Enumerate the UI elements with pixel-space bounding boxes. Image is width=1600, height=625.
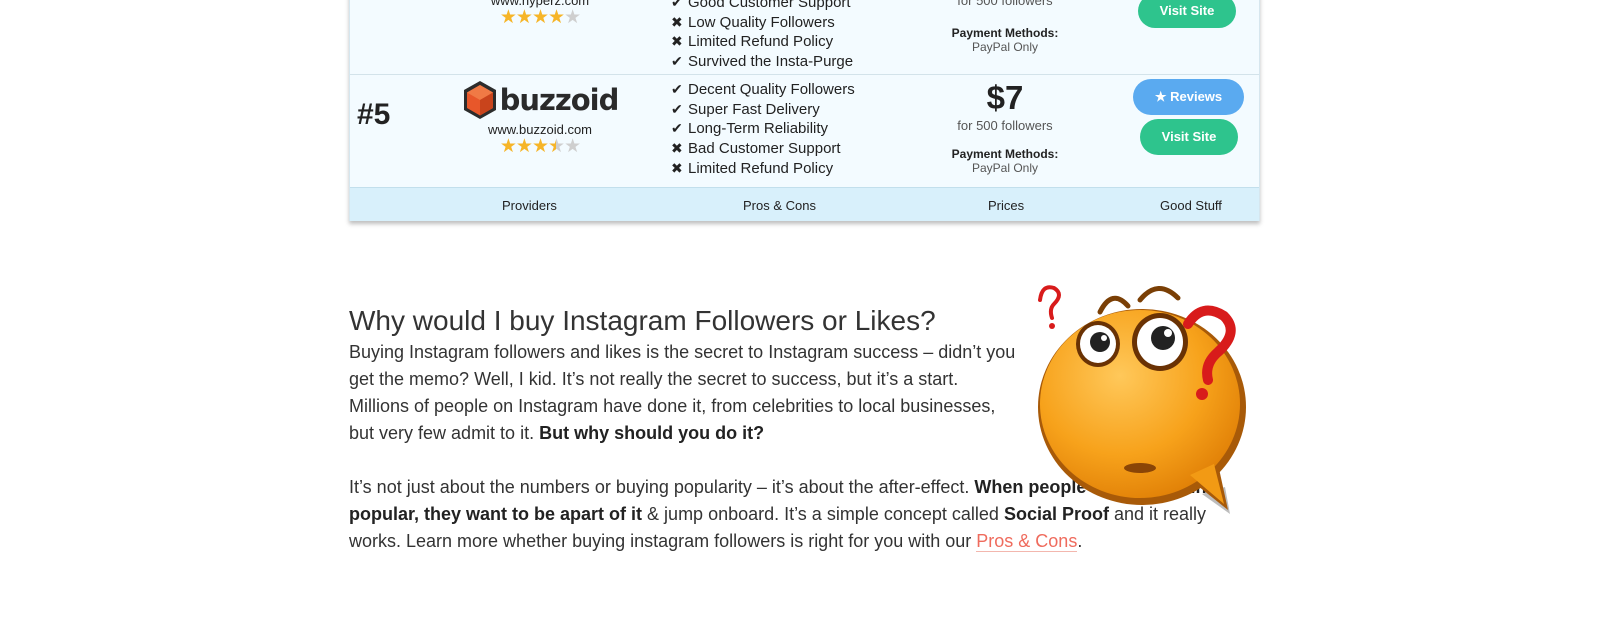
cross-icon: ✖: [671, 159, 683, 176]
rating-stars: ★★★★★: [445, 8, 635, 28]
pros-cons-link[interactable]: Pros & Cons: [976, 531, 1078, 552]
buzzoid-logo[interactable]: buzzoid: [445, 78, 635, 122]
pros-cons-text: Super Fast Delivery: [688, 100, 820, 118]
payment-methods-value: PayPal Only: [971, 161, 1039, 175]
pros-cons-item: ✖ Low Quality Followers: [671, 13, 853, 33]
column-header-pros-cons: Pros & Cons: [743, 198, 816, 213]
payment-methods-value: PayPal Only: [971, 40, 1039, 54]
provider-cell: buzzoid www.buzzoid.com ★★★★★: [445, 78, 635, 157]
pros-cons-list: ✔ Good Customer Support ✖ Low Quality Follo…: [671, 0, 853, 72]
rank-number: #5: [357, 98, 391, 131]
check-icon: ✔: [671, 53, 683, 70]
star-icon: ★: [548, 7, 565, 28]
pros-cons-item: ✖ Limited Refund Policy: [671, 32, 853, 52]
star-icon: ★: [499, 7, 517, 28]
price-subtext: for 500 followers: [957, 118, 1053, 133]
cross-icon: ✖: [671, 140, 683, 157]
buzzoid-logo-icon: [463, 81, 496, 119]
star-icon: ★: [499, 136, 517, 157]
paragraph-2-end: .: [1077, 531, 1083, 551]
pros-cons-item: ✔ Decent Quality Followers: [671, 80, 855, 100]
rating-stars: ★★★★★: [445, 137, 635, 157]
star-icon: ★: [548, 136, 565, 157]
pros-cons-text: Decent Quality Followers: [688, 81, 855, 98]
table-footer-row: Providers Pros & Cons Prices Good Stuff: [350, 187, 1259, 221]
check-icon: ✔: [671, 100, 683, 117]
provider-site: www.buzzoid.com: [487, 122, 593, 137]
column-header-providers: Providers: [502, 198, 557, 213]
column-header-prices: Prices: [988, 198, 1025, 213]
paragraph-2-text-a: It’s not just about the numbers or buyin…: [349, 477, 970, 497]
table-row-5: #5 buzzoid www.buzzoid.com ★★★★★ ✔ Decent…: [350, 74, 1259, 187]
check-icon: ✔: [671, 120, 683, 137]
pros-cons-text: Good Customer Support: [688, 0, 851, 11]
visit-site-button[interactable]: Visit Site: [1138, 0, 1236, 28]
reviews-button[interactable]: ★ Reviews: [1133, 79, 1244, 115]
star-icon: ★: [531, 136, 549, 157]
column-header-good-stuff: Good Stuff: [1160, 198, 1222, 213]
price-cell: $7 for 500 followers Payment Methods: Pa…: [920, 78, 1090, 175]
payment-methods-label: Payment Methods:: [951, 26, 1059, 40]
price-subtext: for 500 followers: [957, 0, 1053, 8]
pros-cons-item: ✖ Bad Customer Support: [671, 139, 855, 159]
pros-cons-text: Limited Refund Policy: [688, 159, 834, 177]
pros-cons-item: ✔ Super Fast Delivery: [671, 100, 855, 120]
provider-cell: www.hyperz.com ★★★★★: [445, 0, 635, 28]
paragraph-1: Buying Instagram followers and likes is …: [349, 339, 1019, 447]
visit-site-button[interactable]: Visit Site: [1140, 119, 1238, 155]
pros-cons-text: Survived the Insta-Purge: [688, 53, 854, 71]
star-icon: ★: [515, 7, 533, 28]
price-value: $7: [986, 79, 1024, 116]
pros-cons-text: Long-Term Reliability: [688, 120, 829, 138]
table-row-4: www.hyperz.com ★★★★★ ✔ Good Customer Supp…: [350, 0, 1259, 74]
pros-cons-list: ✔ Decent Quality Followers ✔ Super Fast Del…: [671, 80, 855, 179]
comparison-table: www.hyperz.com ★★★★★ ✔ Good Customer Supp…: [349, 0, 1260, 221]
star-icon: ★: [531, 7, 549, 28]
check-icon: ✔: [671, 0, 683, 10]
star-icon: ★: [564, 136, 581, 157]
price-cell: for 500 followers Payment Methods: PayPa…: [920, 0, 1090, 54]
pros-cons-item: ✔ Long-Term Reliability: [671, 119, 855, 139]
pros-cons-text: Limited Refund Policy: [688, 33, 834, 51]
pros-cons-text: Bad Customer Support: [688, 140, 841, 158]
buzzoid-logo-text: buzzoid: [499, 83, 620, 117]
cross-icon: ✖: [671, 13, 683, 30]
confused-emoji-icon: [1038, 285, 1246, 514]
payment-methods-label: Payment Methods:: [951, 147, 1059, 161]
paragraph-1-bold: But why should you do it?: [539, 423, 765, 443]
star-icon: ★: [515, 136, 533, 157]
check-icon: ✔: [671, 81, 683, 97]
pros-cons-text: Low Quality Followers: [688, 13, 835, 31]
cross-icon: ✖: [671, 33, 683, 50]
paragraph-2-text-b: & jump onboard. It’s a simple concept ca…: [647, 504, 999, 524]
pros-cons-item: ✔ Good Customer Support: [671, 0, 853, 13]
pros-cons-item: ✔ Survived the Insta-Purge: [671, 52, 853, 72]
pros-cons-item: ✖ Limited Refund Policy: [671, 159, 855, 179]
star-icon: ★: [564, 7, 581, 28]
